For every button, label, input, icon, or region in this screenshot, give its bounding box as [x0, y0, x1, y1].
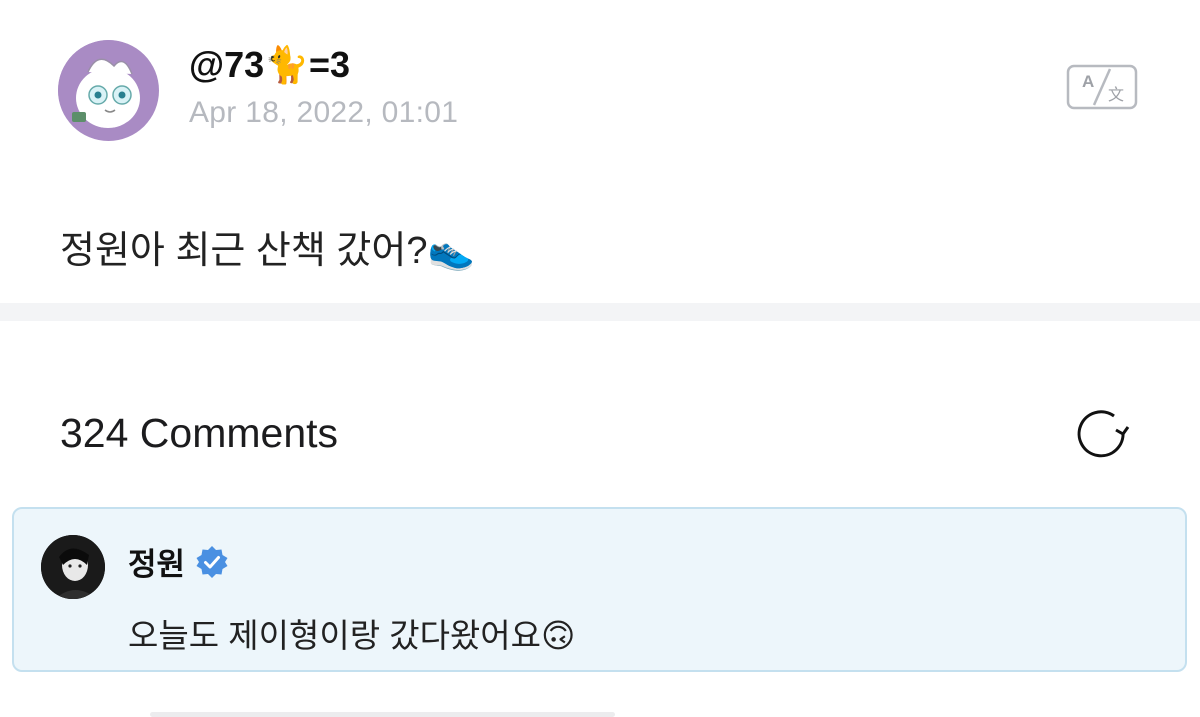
author-name[interactable]: @73🐈=3	[189, 44, 350, 86]
section-divider	[0, 303, 1200, 321]
post-header: @73🐈=3 Apr 18, 2022, 01:01 A 文	[58, 40, 1158, 142]
comment-author-label: 정원	[128, 547, 186, 582]
refresh-button[interactable]	[1074, 408, 1130, 460]
featured-comment-card[interactable]: 정원 오늘도 제이형이랑 갔다왔어요🙃	[12, 507, 1187, 672]
refresh-icon	[1077, 410, 1130, 458]
comment-author-avatar[interactable]	[41, 535, 105, 599]
svg-text:文: 文	[1108, 85, 1124, 104]
author-avatar[interactable]	[58, 40, 159, 141]
post-page: @73🐈=3 Apr 18, 2022, 01:01 A 文 정원아 최근 산책…	[0, 0, 1200, 717]
translate-icon: A 文	[1066, 64, 1138, 110]
profile-photo-icon	[41, 535, 105, 599]
comment-author-name[interactable]: 정원	[128, 539, 229, 584]
comment-text: 오늘도 제이형이랑 갔다왔어요🙃	[128, 617, 576, 654]
next-item-edge	[150, 712, 615, 717]
jigglypuff-avatar-icon	[58, 40, 158, 140]
comments-count: 324 Comments	[60, 410, 339, 456]
post-date: Apr 18, 2022, 01:01	[189, 96, 459, 129]
translate-button[interactable]: A 文	[1066, 63, 1138, 111]
svg-text:A: A	[1082, 72, 1094, 91]
verified-badge-icon	[196, 545, 228, 578]
post-body-text: 정원아 최근 산책 갔어?👟	[60, 230, 475, 272]
